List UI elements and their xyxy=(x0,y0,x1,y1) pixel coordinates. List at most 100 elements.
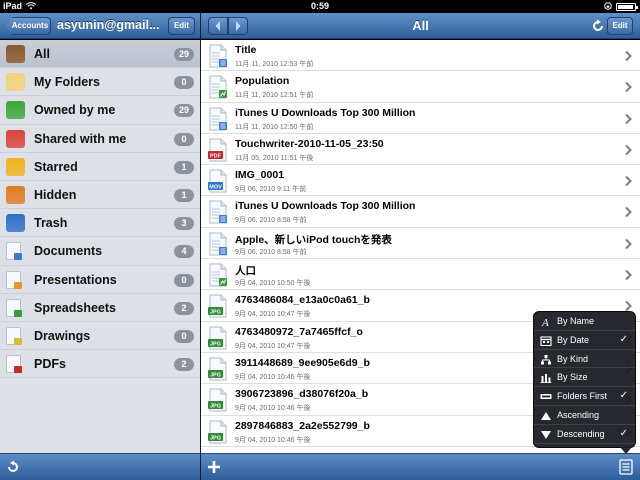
file-name: iTunes U Downloads Top 300 Million xyxy=(235,106,416,119)
main-edit-button[interactable]: Edit xyxy=(607,17,633,35)
star-icon xyxy=(6,157,25,176)
sidebar-item-documents[interactable]: Documents 4 xyxy=(0,237,200,266)
sort-option-by-kind[interactable]: By Kind xyxy=(534,350,635,369)
checkmark-icon: ✓ xyxy=(619,390,628,402)
folder-icon xyxy=(6,73,25,92)
sidebar-item-label: Drawings xyxy=(34,328,91,343)
file-date: 9月 04, 2010 10:47 午後 xyxy=(235,311,311,319)
chevron-right-icon xyxy=(625,238,632,249)
sort-option-descending[interactable]: Descending ✓ xyxy=(534,425,635,444)
file-row[interactable]: 人口 9月 04, 2010 10:50 午後 xyxy=(201,259,640,291)
sidebar-item-label: Owned by me xyxy=(34,103,116,118)
sidebar-navbar: Accounts asyunin@gmail... Edit xyxy=(0,13,200,39)
file-type-badge: JPG xyxy=(210,372,221,378)
svg-text:A: A xyxy=(541,317,549,327)
sidebar-item-label: Shared with me xyxy=(34,131,127,146)
sort-option-label: Ascending xyxy=(557,409,600,420)
jpg-file-icon: JPG xyxy=(208,357,227,381)
drawing-icon-mark xyxy=(14,337,22,345)
sheet-file-icon xyxy=(209,263,227,287)
spreadsheet-icon-mark xyxy=(14,309,22,317)
file-row[interactable]: PDF Touchwriter-2010-11-05_23:50 11月 05, 2… xyxy=(201,134,640,166)
file-name: 4763480972_7a7465ffcf_o xyxy=(235,325,363,338)
file-row[interactable]: iTunes U Downloads Top 300 Million 9月 06,… xyxy=(201,196,640,228)
sidebar-item-trash[interactable]: Trash 3 xyxy=(0,209,200,238)
presentation-icon-mark xyxy=(14,281,22,289)
accounts-back-button[interactable]: Accounts xyxy=(5,17,51,35)
briefcase-icon xyxy=(6,45,25,63)
file-name: 4763486084_e13a0c0a61_b xyxy=(235,294,370,307)
file-name: Population xyxy=(235,75,290,88)
sidebar-item-drawings[interactable]: Drawings 0 xyxy=(0,322,200,351)
sort-option-by-date[interactable]: By Date ✓ xyxy=(534,331,635,350)
sort-popover: A By Name By Date ✓ By Kind By Size Folders Fi… xyxy=(533,311,636,454)
sort-option-label: By Name xyxy=(557,316,595,326)
chevron-right-icon xyxy=(625,269,632,281)
sheet-file-icon xyxy=(209,75,227,99)
pdf-file-icon: PDF xyxy=(208,138,227,162)
battery-icon xyxy=(616,3,638,11)
folder-bar-icon xyxy=(540,394,552,400)
count-badge: 2 xyxy=(174,301,194,315)
file-date: 9月 04, 2010 10:46 午後 xyxy=(235,405,311,413)
jpg-file-icon: JPG xyxy=(208,294,227,318)
sidebar-item-my-folders[interactable]: My Folders 0 xyxy=(0,68,200,97)
main-toolbar xyxy=(201,453,640,480)
sort-option-by-size[interactable]: By Size xyxy=(534,368,635,388)
jpg-file-icon: JPG xyxy=(208,326,227,350)
file-date: 9月 04, 2010 10:46 午後 xyxy=(235,373,311,381)
sidebar-item-starred[interactable]: Starred 1 xyxy=(0,153,200,181)
file-date: 9月 06, 2010 8:58 午前 xyxy=(235,217,307,225)
count-badge: 29 xyxy=(173,104,194,118)
checkmark-icon: ✓ xyxy=(619,427,628,439)
status-bar: iPad 0:59 xyxy=(0,0,640,13)
sort-option-label: By Size xyxy=(557,372,588,383)
account-title: asyunin@gmail... xyxy=(57,18,160,32)
sort-option-by-name[interactable]: A By Name xyxy=(534,312,635,331)
file-date: 9月 06, 2010 9:11 午前 xyxy=(235,186,307,194)
file-row[interactable]: Title 11月 11, 2010 12:53 午前 xyxy=(201,40,640,72)
sidebar-item-pdfs[interactable]: PDFs 2 xyxy=(0,350,200,379)
sidebar-item-label: PDFs xyxy=(34,357,66,372)
sidebar-item-all[interactable]: All 29 xyxy=(0,40,200,69)
doc-file-icon xyxy=(209,44,227,68)
file-row[interactable]: Apple、新しいiPod touchを発表 9月 06, 2010 8:58 午… xyxy=(201,228,640,260)
sync-icon[interactable] xyxy=(6,460,20,474)
sidebar-item-presentations[interactable]: Presentations 0 xyxy=(0,266,200,294)
sidebar-item-owned-by-me[interactable]: Owned by me 29 xyxy=(0,96,200,125)
people-icon xyxy=(6,129,25,148)
sidebar-item-shared-with-me[interactable]: Shared with me 0 xyxy=(0,125,200,153)
sort-option-label: By Date xyxy=(557,334,590,345)
refresh-icon[interactable] xyxy=(591,19,605,33)
triangle-up-icon xyxy=(541,411,551,420)
file-row[interactable]: Population 11月 11, 2010 12:51 午前 xyxy=(201,71,640,103)
count-badge: 0 xyxy=(174,273,194,287)
sidebar-item-label: My Folders xyxy=(34,75,100,90)
sort-option-ascending[interactable]: Ascending xyxy=(534,406,635,425)
mov-file-icon: MOV xyxy=(208,169,227,193)
hierarchy-icon xyxy=(541,354,551,365)
file-name: 3906723896_d38076f20a_b xyxy=(235,388,369,401)
file-date: 11月 05, 2010 11:51 午後 xyxy=(235,154,314,162)
chevron-right-icon xyxy=(625,207,632,218)
file-row[interactable]: iTunes U Downloads Top 300 Million 11月 11… xyxy=(201,103,640,134)
doc-file-icon xyxy=(209,232,227,256)
chevron-right-icon xyxy=(625,144,632,156)
sidebar-item-spreadsheets[interactable]: Spreadsheets 2 xyxy=(0,294,200,322)
person-icon xyxy=(6,101,25,120)
bar-chart-icon xyxy=(540,374,552,384)
presentation-icon xyxy=(6,270,22,289)
add-icon[interactable] xyxy=(207,460,221,474)
checkmark-icon: ✓ xyxy=(619,333,628,345)
sort-option-folders-first[interactable]: Folders First ✓ xyxy=(534,387,635,406)
doc-file-icon xyxy=(209,107,227,131)
file-date: 9月 04, 2010 10:46 午後 xyxy=(235,436,311,444)
sidebar-item-hidden[interactable]: Hidden 1 xyxy=(0,181,200,210)
sort-options-icon[interactable] xyxy=(619,459,633,475)
box-icon xyxy=(6,185,25,204)
file-row[interactable]: MOV IMG_0001 9月 06, 2010 9:11 午前 xyxy=(201,165,640,197)
popover-arrow xyxy=(620,447,632,454)
file-type-badge: JPG xyxy=(210,435,221,441)
sidebar-edit-button[interactable]: Edit xyxy=(168,17,195,35)
chevron-right-icon xyxy=(625,50,632,62)
